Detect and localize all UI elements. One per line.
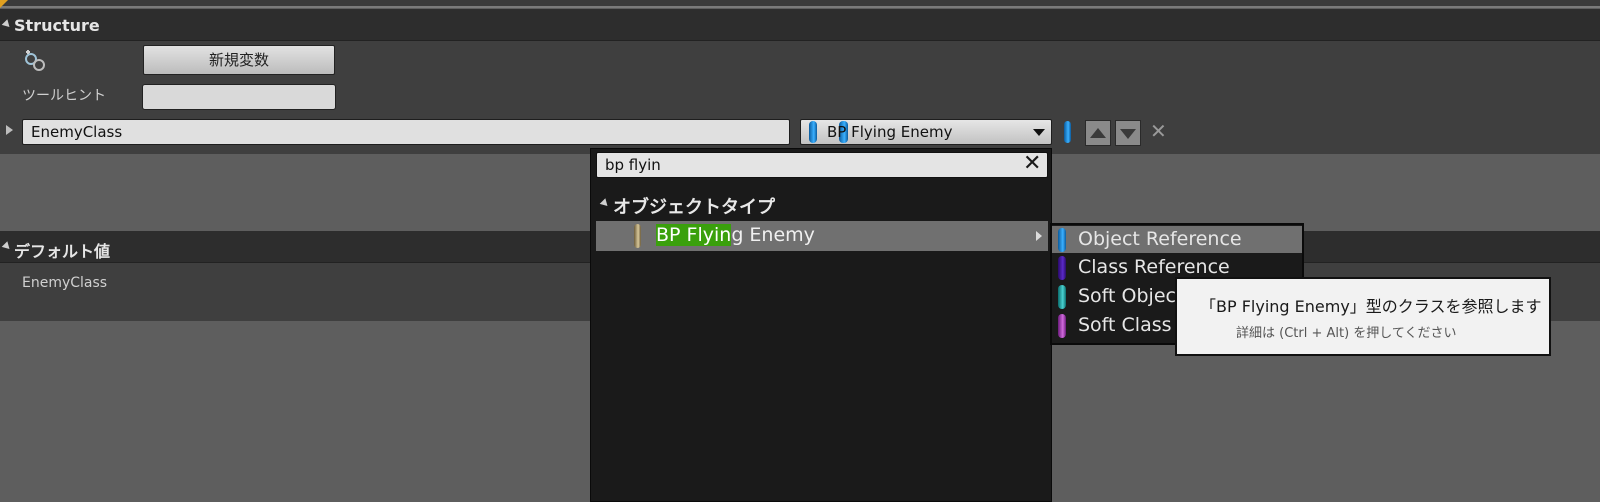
blueprint-type-icon [634, 224, 641, 248]
structure-section-header[interactable]: Structure [0, 9, 1600, 41]
variable-name-input[interactable]: EnemyClass [22, 119, 790, 145]
class-reference-icon [1058, 256, 1066, 280]
category-object-types[interactable]: オブジェクトタイプ [613, 193, 775, 219]
container-type-icon[interactable] [1064, 121, 1071, 143]
chevron-down-icon [1033, 129, 1045, 136]
soft-class-reference-icon [1058, 314, 1066, 338]
corner-marker [0, 0, 8, 8]
structure-title: Structure [14, 16, 100, 35]
arrow-up-icon [1090, 128, 1106, 138]
arrow-down-icon [1120, 129, 1136, 139]
collapse-triangle-icon [1, 241, 13, 252]
type-pin-icon [809, 121, 817, 143]
move-up-button[interactable] [1085, 120, 1111, 146]
type-result-rest: g Enemy [731, 224, 815, 246]
tooltip-main-text: 「BP Flying Enemy」型のクラスを参照します [1200, 297, 1542, 316]
expand-row-arrow-icon[interactable] [6, 125, 13, 135]
add-variable-icon[interactable] [22, 48, 48, 74]
menu-item-object-reference[interactable]: Object Reference [1078, 228, 1242, 250]
defaults-row-label: EnemyClass [22, 275, 108, 291]
tooltip-sub-text: 詳細は (Ctrl + Alt) を押してください [1236, 326, 1457, 341]
variable-type-select[interactable]: BP Flying Enemy [800, 119, 1052, 145]
new-variable-button[interactable]: 新規変数 [143, 45, 335, 75]
remove-variable-close-icon[interactable]: ✕ [1150, 119, 1167, 143]
soft-object-reference-icon [1058, 285, 1066, 309]
tooltip-field-label: ツールヒント [22, 88, 106, 104]
type-result-label[interactable]: BP Flying Enemy [656, 224, 815, 246]
search-match-highlight: BP Flyin [656, 224, 732, 246]
move-down-button[interactable] [1115, 120, 1141, 146]
clear-search-close-icon[interactable]: ✕ [1023, 151, 1041, 176]
type-search-input[interactable]: bp flyin [596, 152, 1048, 178]
collapse-triangle-icon [1, 19, 13, 30]
menu-item-class-reference[interactable]: Class Reference [1078, 256, 1230, 278]
tooltip-field-input[interactable] [142, 84, 336, 110]
object-reference-icon [1058, 228, 1066, 252]
submenu-arrow-icon [1036, 231, 1042, 241]
variable-type-label: BP Flying Enemy [827, 123, 953, 141]
defaults-title: デフォルト値 [14, 242, 111, 261]
window-top-strip [0, 0, 1600, 8]
